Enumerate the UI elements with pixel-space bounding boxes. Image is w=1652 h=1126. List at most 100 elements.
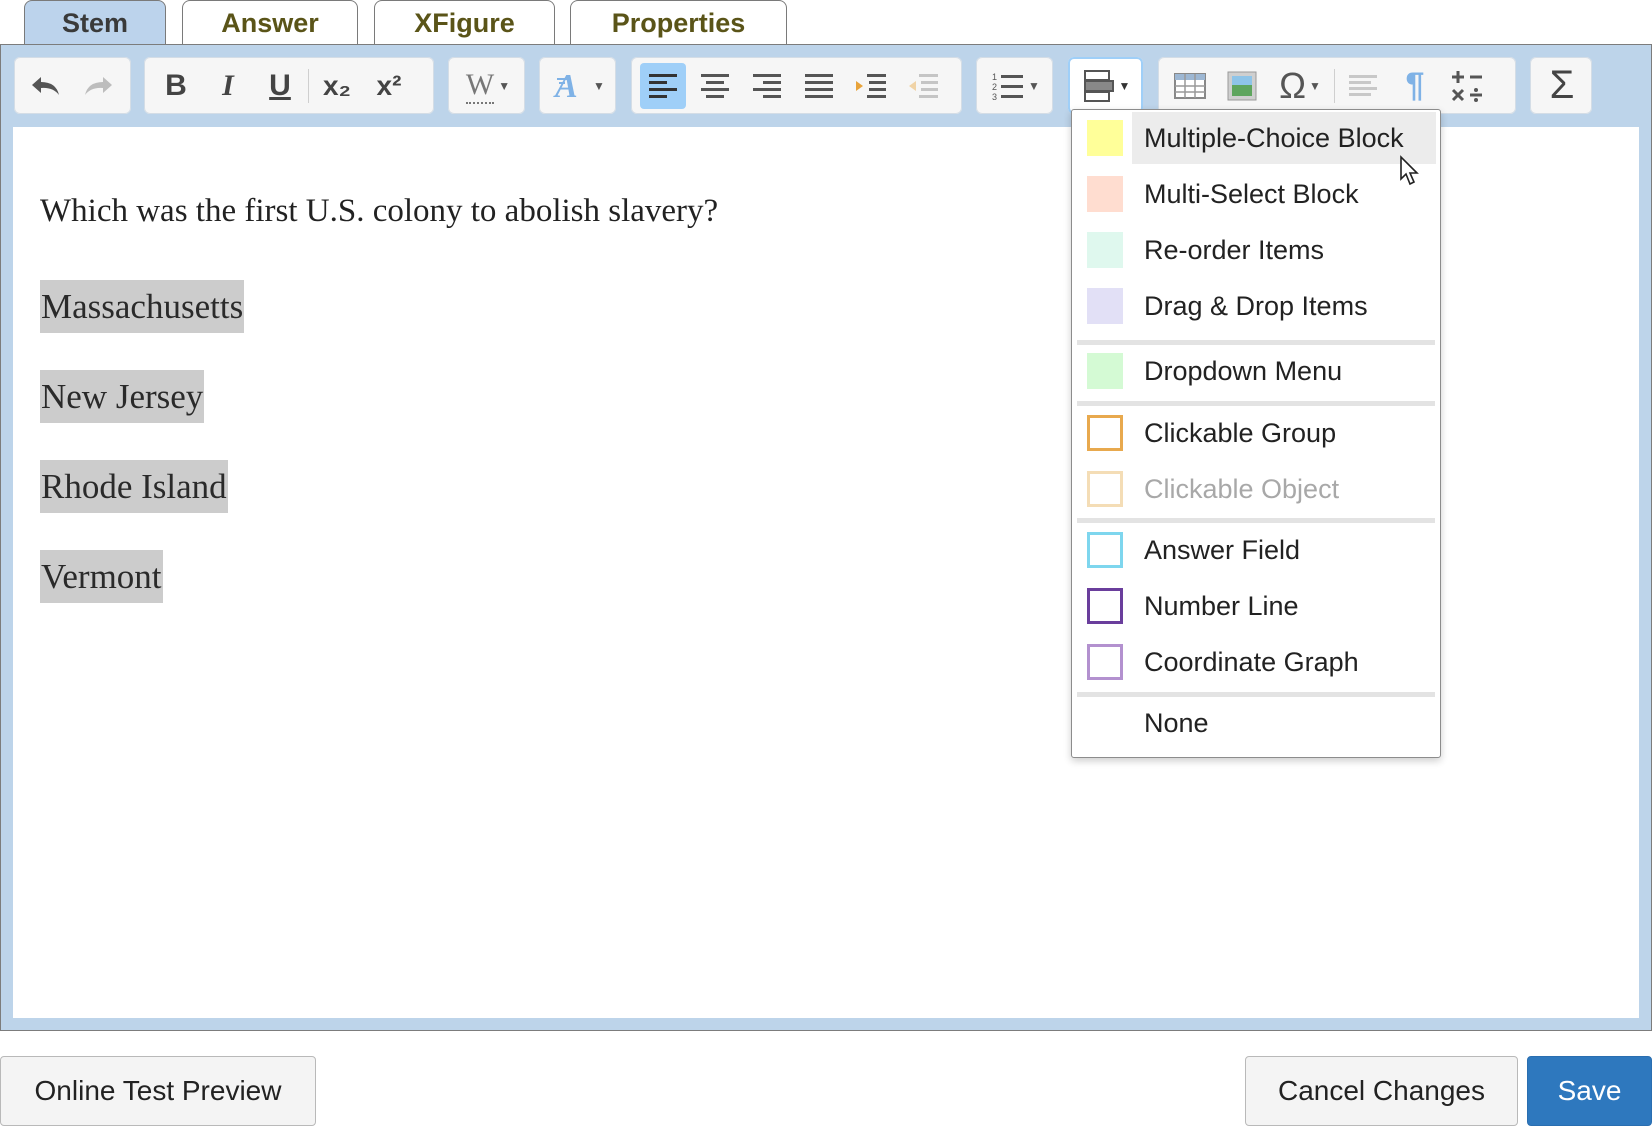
menu-item-multi-select-block[interactable]: Multi-Select Block <box>1072 167 1440 221</box>
align-center-button[interactable] <box>692 63 738 109</box>
chevron-down-icon: ▼ <box>593 78 605 93</box>
align-center-icon <box>701 73 729 98</box>
answer-choice[interactable]: New Jersey <box>40 370 205 423</box>
menu-item-label: Drag & Drop Items <box>1144 290 1368 321</box>
svg-text:3: 3 <box>992 92 997 101</box>
menu-item-none[interactable]: None <box>1072 696 1440 750</box>
paragraph-lines-icon <box>1349 74 1377 96</box>
undo-button[interactable] <box>23 63 69 109</box>
italic-button[interactable]: I <box>205 63 251 109</box>
menu-item-answer-field[interactable]: Answer Field <box>1072 523 1440 577</box>
block-quote-button[interactable] <box>1340 63 1386 109</box>
math-operators-icon <box>1451 70 1482 102</box>
menu-item-clickable-group[interactable]: Clickable Group <box>1072 406 1440 460</box>
paste-from-word-button[interactable]: W ▼ <box>457 63 519 109</box>
subscript-button[interactable]: x₂ <box>314 63 360 109</box>
menu-item-label: Number Line <box>1144 590 1299 621</box>
outdent-icon <box>909 73 938 98</box>
numbered-list-icon: 123 <box>992 72 1024 101</box>
redo-button[interactable] <box>75 63 121 109</box>
tab-properties[interactable]: Properties <box>570 0 787 45</box>
list-group: 123 ▼ <box>976 57 1053 114</box>
menu-item-label: Answer Field <box>1144 534 1301 565</box>
align-left-button[interactable] <box>640 62 686 109</box>
color-swatch-icon <box>1087 120 1123 156</box>
justify-icon <box>805 73 833 98</box>
history-group <box>14 57 131 114</box>
mouse-cursor-icon <box>1400 155 1419 186</box>
insert-image-button[interactable] <box>1219 63 1265 109</box>
toolbar-separator <box>308 68 309 103</box>
tab-stem[interactable]: Stem <box>24 0 166 45</box>
justify-button[interactable] <box>796 63 842 109</box>
answer-choice[interactable]: Rhode Island <box>40 460 228 513</box>
text-style-button[interactable]: A ▼ <box>548 63 610 109</box>
menu-item-label: Clickable Group <box>1144 417 1337 448</box>
align-right-icon <box>753 73 781 98</box>
cancel-changes-button[interactable]: Cancel Changes <box>1245 1056 1518 1126</box>
special-character-button[interactable]: Ω ▼ <box>1271 63 1329 109</box>
bold-button[interactable]: B <box>153 63 199 109</box>
table-icon <box>1174 72 1206 99</box>
math-operators-button[interactable] <box>1444 63 1490 109</box>
insert-formula-button[interactable]: Σ <box>1539 63 1585 109</box>
color-swatch-icon <box>1087 288 1123 324</box>
insert-group: Ω ▼ ¶ <box>1158 57 1516 114</box>
color-swatch-icon <box>1087 588 1123 624</box>
basic-styles-group: B I U x₂ x² <box>144 57 434 114</box>
insert-table-button[interactable] <box>1167 63 1213 109</box>
color-swatch-icon <box>1087 232 1123 268</box>
interaction-group: ▼ <box>1068 57 1143 114</box>
tab-answer[interactable]: Answer <box>182 0 358 45</box>
menu-item-drag-drop-items[interactable]: Drag & Drop Items <box>1072 279 1440 333</box>
menu-item-label: Multiple-Choice Block <box>1144 122 1404 153</box>
subscript-icon: x₂ <box>322 69 351 101</box>
online-test-preview-button[interactable]: Online Test Preview <box>0 1056 316 1126</box>
menu-item-label: Clickable Object <box>1144 473 1340 504</box>
menu-item-reorder-items[interactable]: Re-order Items <box>1072 223 1440 277</box>
answer-choice[interactable]: Vermont <box>40 550 163 603</box>
redo-icon <box>85 76 112 95</box>
image-icon <box>1227 71 1257 100</box>
indent-button[interactable] <box>848 63 894 109</box>
italic-icon: I <box>222 68 234 102</box>
superscript-button[interactable]: x² <box>366 63 412 109</box>
color-swatch-icon <box>1087 532 1123 568</box>
menu-item-label: Coordinate Graph <box>1144 646 1359 677</box>
svg-text:1: 1 <box>992 72 997 82</box>
form-block-icon <box>1083 69 1114 102</box>
chevron-down-icon: ▼ <box>1028 78 1040 93</box>
menu-item-label: None <box>1144 707 1209 738</box>
underline-button[interactable]: U <box>257 63 303 109</box>
answer-choice[interactable]: Massachusetts <box>40 280 245 333</box>
save-button[interactable]: Save <box>1527 1056 1652 1126</box>
text-style-group: A ▼ <box>539 57 616 114</box>
numbered-list-button[interactable]: 123 ▼ <box>985 63 1047 109</box>
toolbar-separator <box>1334 68 1335 103</box>
tab-bar: Stem Answer XFigure Properties <box>0 0 1652 46</box>
outdent-button[interactable] <box>900 63 946 109</box>
menu-item-label: Dropdown Menu <box>1144 355 1343 386</box>
insert-interaction-button[interactable]: ▼ <box>1077 63 1135 109</box>
menu-item-label: Multi-Select Block <box>1144 178 1359 209</box>
chevron-down-icon: ▼ <box>1118 78 1131 93</box>
alignment-group <box>631 57 962 114</box>
svg-text:A: A <box>553 69 578 103</box>
color-swatch-icon <box>1087 415 1123 451</box>
pilcrow-icon: ¶ <box>1405 66 1425 104</box>
omega-icon: Ω <box>1279 64 1307 106</box>
menu-item-number-line[interactable]: Number Line <box>1072 579 1440 633</box>
question-stem: Which was the first U.S. colony to aboli… <box>40 193 719 229</box>
show-blocks-button[interactable]: ¶ <box>1392 63 1438 109</box>
menu-item-dropdown-menu[interactable]: Dropdown Menu <box>1072 344 1440 398</box>
color-swatch-icon <box>1087 471 1123 507</box>
word-group: W ▼ <box>448 57 525 114</box>
align-right-button[interactable] <box>744 63 790 109</box>
undo-icon <box>32 76 59 95</box>
menu-item-coordinate-graph[interactable]: Coordinate Graph <box>1072 635 1440 689</box>
bold-icon: B <box>165 68 187 102</box>
tab-xfigure[interactable]: XFigure <box>374 0 555 45</box>
menu-item-multiple-choice-block[interactable]: Multiple-Choice Block <box>1072 111 1440 165</box>
chevron-down-icon: ▼ <box>1309 78 1321 93</box>
superscript-icon: x² <box>376 69 402 101</box>
